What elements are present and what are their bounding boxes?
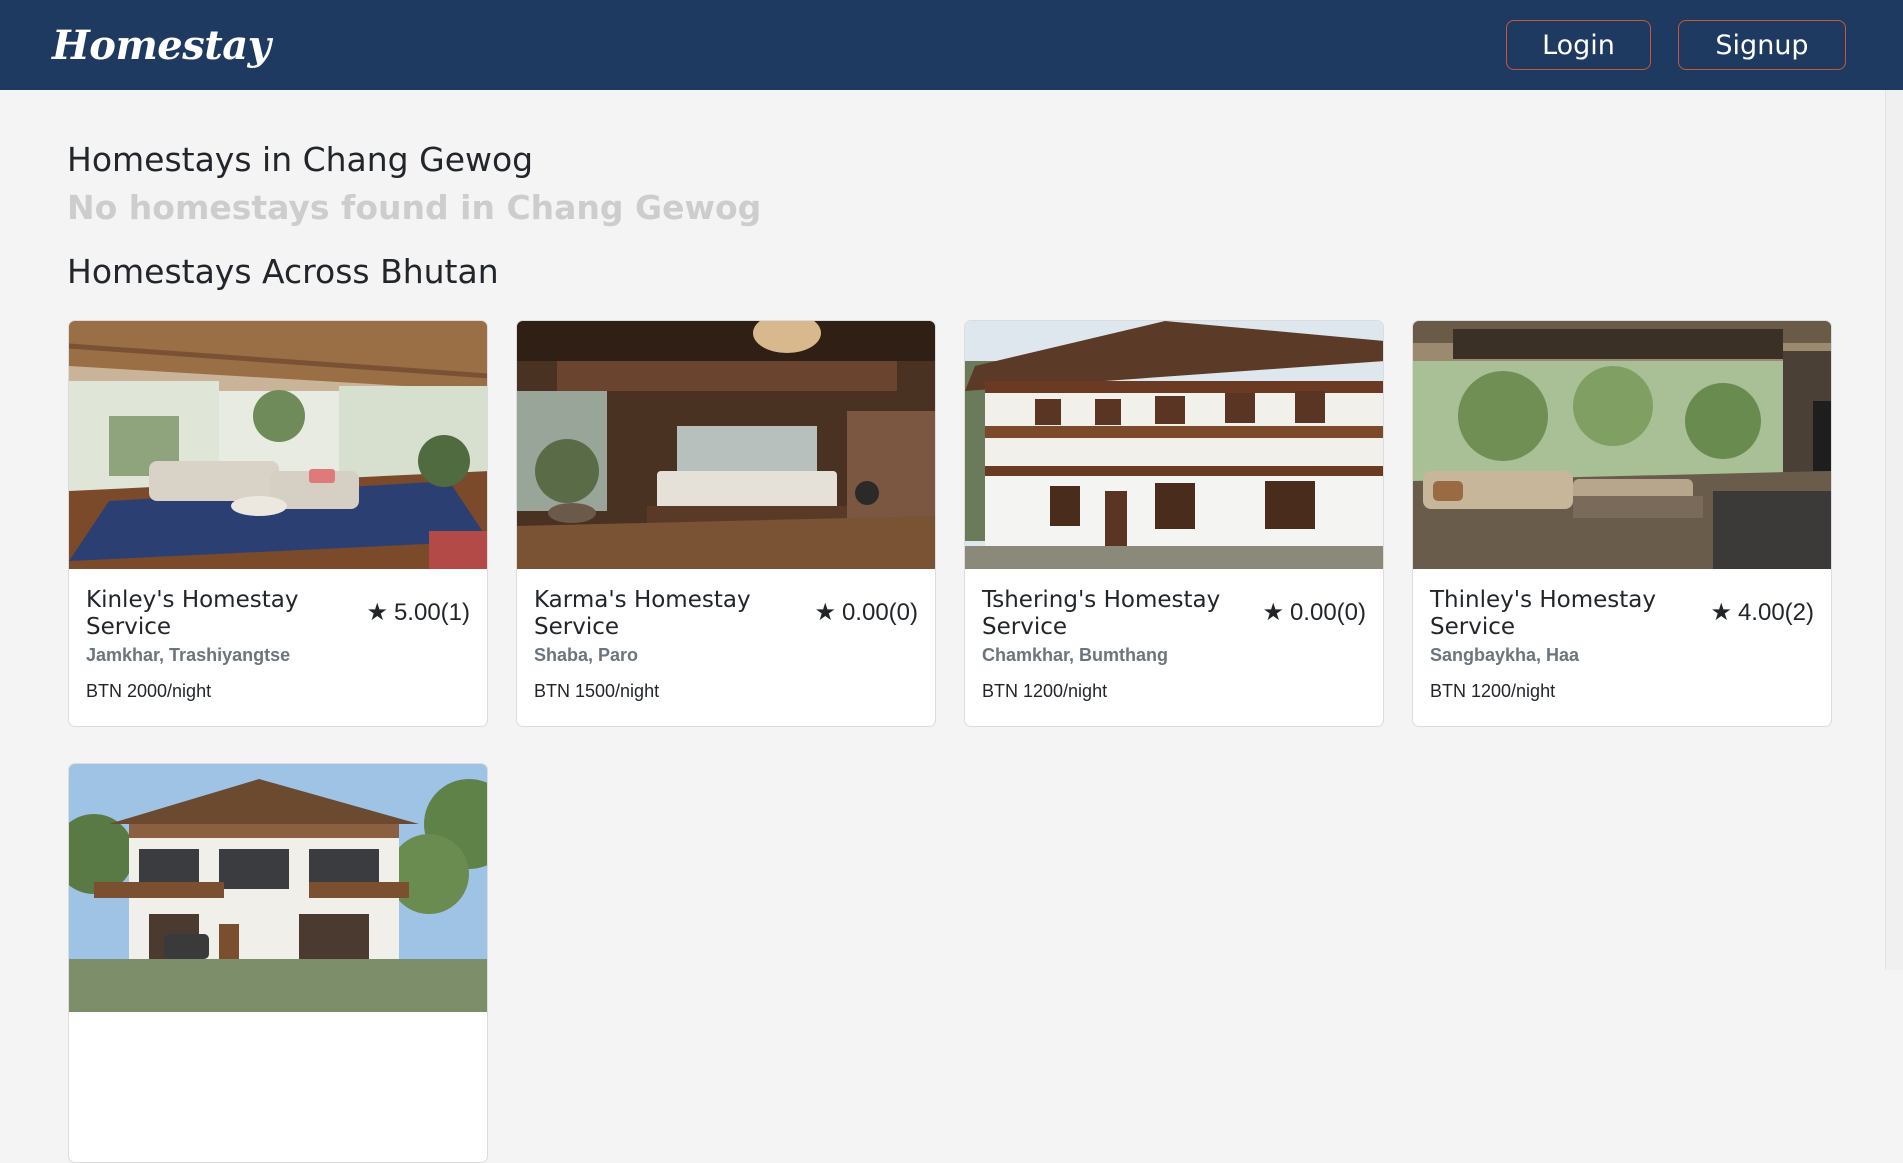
homestay-price: BTN 1200/night [982, 681, 1108, 701]
signup-button[interactable]: Signup [1678, 20, 1846, 70]
empty-results-message: No homestays found in Chang Gewog [67, 188, 762, 227]
rating-value: 4.00(2) [1737, 599, 1814, 626]
star-icon: ★ [1710, 599, 1732, 626]
rating: ★ 0.00(0) [814, 599, 918, 627]
homestay-location: Sangbaykha, Haa [1430, 645, 1580, 665]
homestay-photo[interactable] [517, 321, 935, 569]
rating: ★ 4.00(2) [1710, 599, 1814, 627]
star-icon: ★ [1262, 599, 1284, 626]
rating-value: 0.00(0) [841, 599, 918, 626]
rating-value: 5.00(1) [393, 599, 470, 626]
homestay-price: BTN 1500/night [534, 681, 660, 701]
homestay-card[interactable]: Karma's Homestay Service ★ 0.00(0) Shaba… [516, 320, 936, 727]
homestay-card[interactable]: Tshering's Homestay Service ★ 0.00(0) Ch… [964, 320, 1384, 727]
homestay-price: BTN 1200/night [1430, 681, 1556, 701]
homestay-card[interactable]: Thinley's Homestay Service ★ 4.00(2) San… [1412, 320, 1832, 727]
homestay-name[interactable]: Tshering's Homestay Service [982, 587, 1242, 641]
star-icon: ★ [814, 599, 836, 626]
all-section-title: Homestays Across Bhutan [67, 252, 499, 291]
brand-logo[interactable]: Homestay [52, 22, 271, 69]
homestay-photo[interactable] [1413, 321, 1831, 569]
rating-value: 0.00(0) [1289, 599, 1366, 626]
rating: ★ 0.00(0) [1262, 599, 1366, 627]
homestay-location: Chamkhar, Bumthang [982, 645, 1169, 665]
homestay-location: Shaba, Paro [534, 645, 639, 665]
homestay-photo[interactable] [69, 764, 487, 1012]
homestay-name[interactable]: Kinley's Homestay Service [86, 587, 346, 641]
login-button[interactable]: Login [1506, 20, 1651, 70]
star-icon: ★ [366, 599, 388, 626]
page-scrollbar[interactable] [1885, 90, 1903, 970]
homestay-name[interactable]: Karma's Homestay Service [534, 587, 794, 641]
homestay-price: BTN 2000/night [86, 681, 212, 701]
top-navbar: Homestay Login Signup [0, 0, 1903, 90]
homestay-name[interactable]: Thinley's Homestay Service [1430, 587, 1690, 641]
homestay-photo[interactable] [69, 321, 487, 569]
homestay-card[interactable] [68, 763, 488, 1163]
homestay-card[interactable]: Kinley's Homestay Service ★ 5.00(1) Jamk… [68, 320, 488, 727]
local-section-title: Homestays in Chang Gewog [67, 140, 534, 179]
rating: ★ 5.00(1) [366, 599, 470, 627]
homestay-photo[interactable] [965, 321, 1383, 569]
homestay-location: Jamkhar, Trashiyangtse [86, 645, 291, 665]
